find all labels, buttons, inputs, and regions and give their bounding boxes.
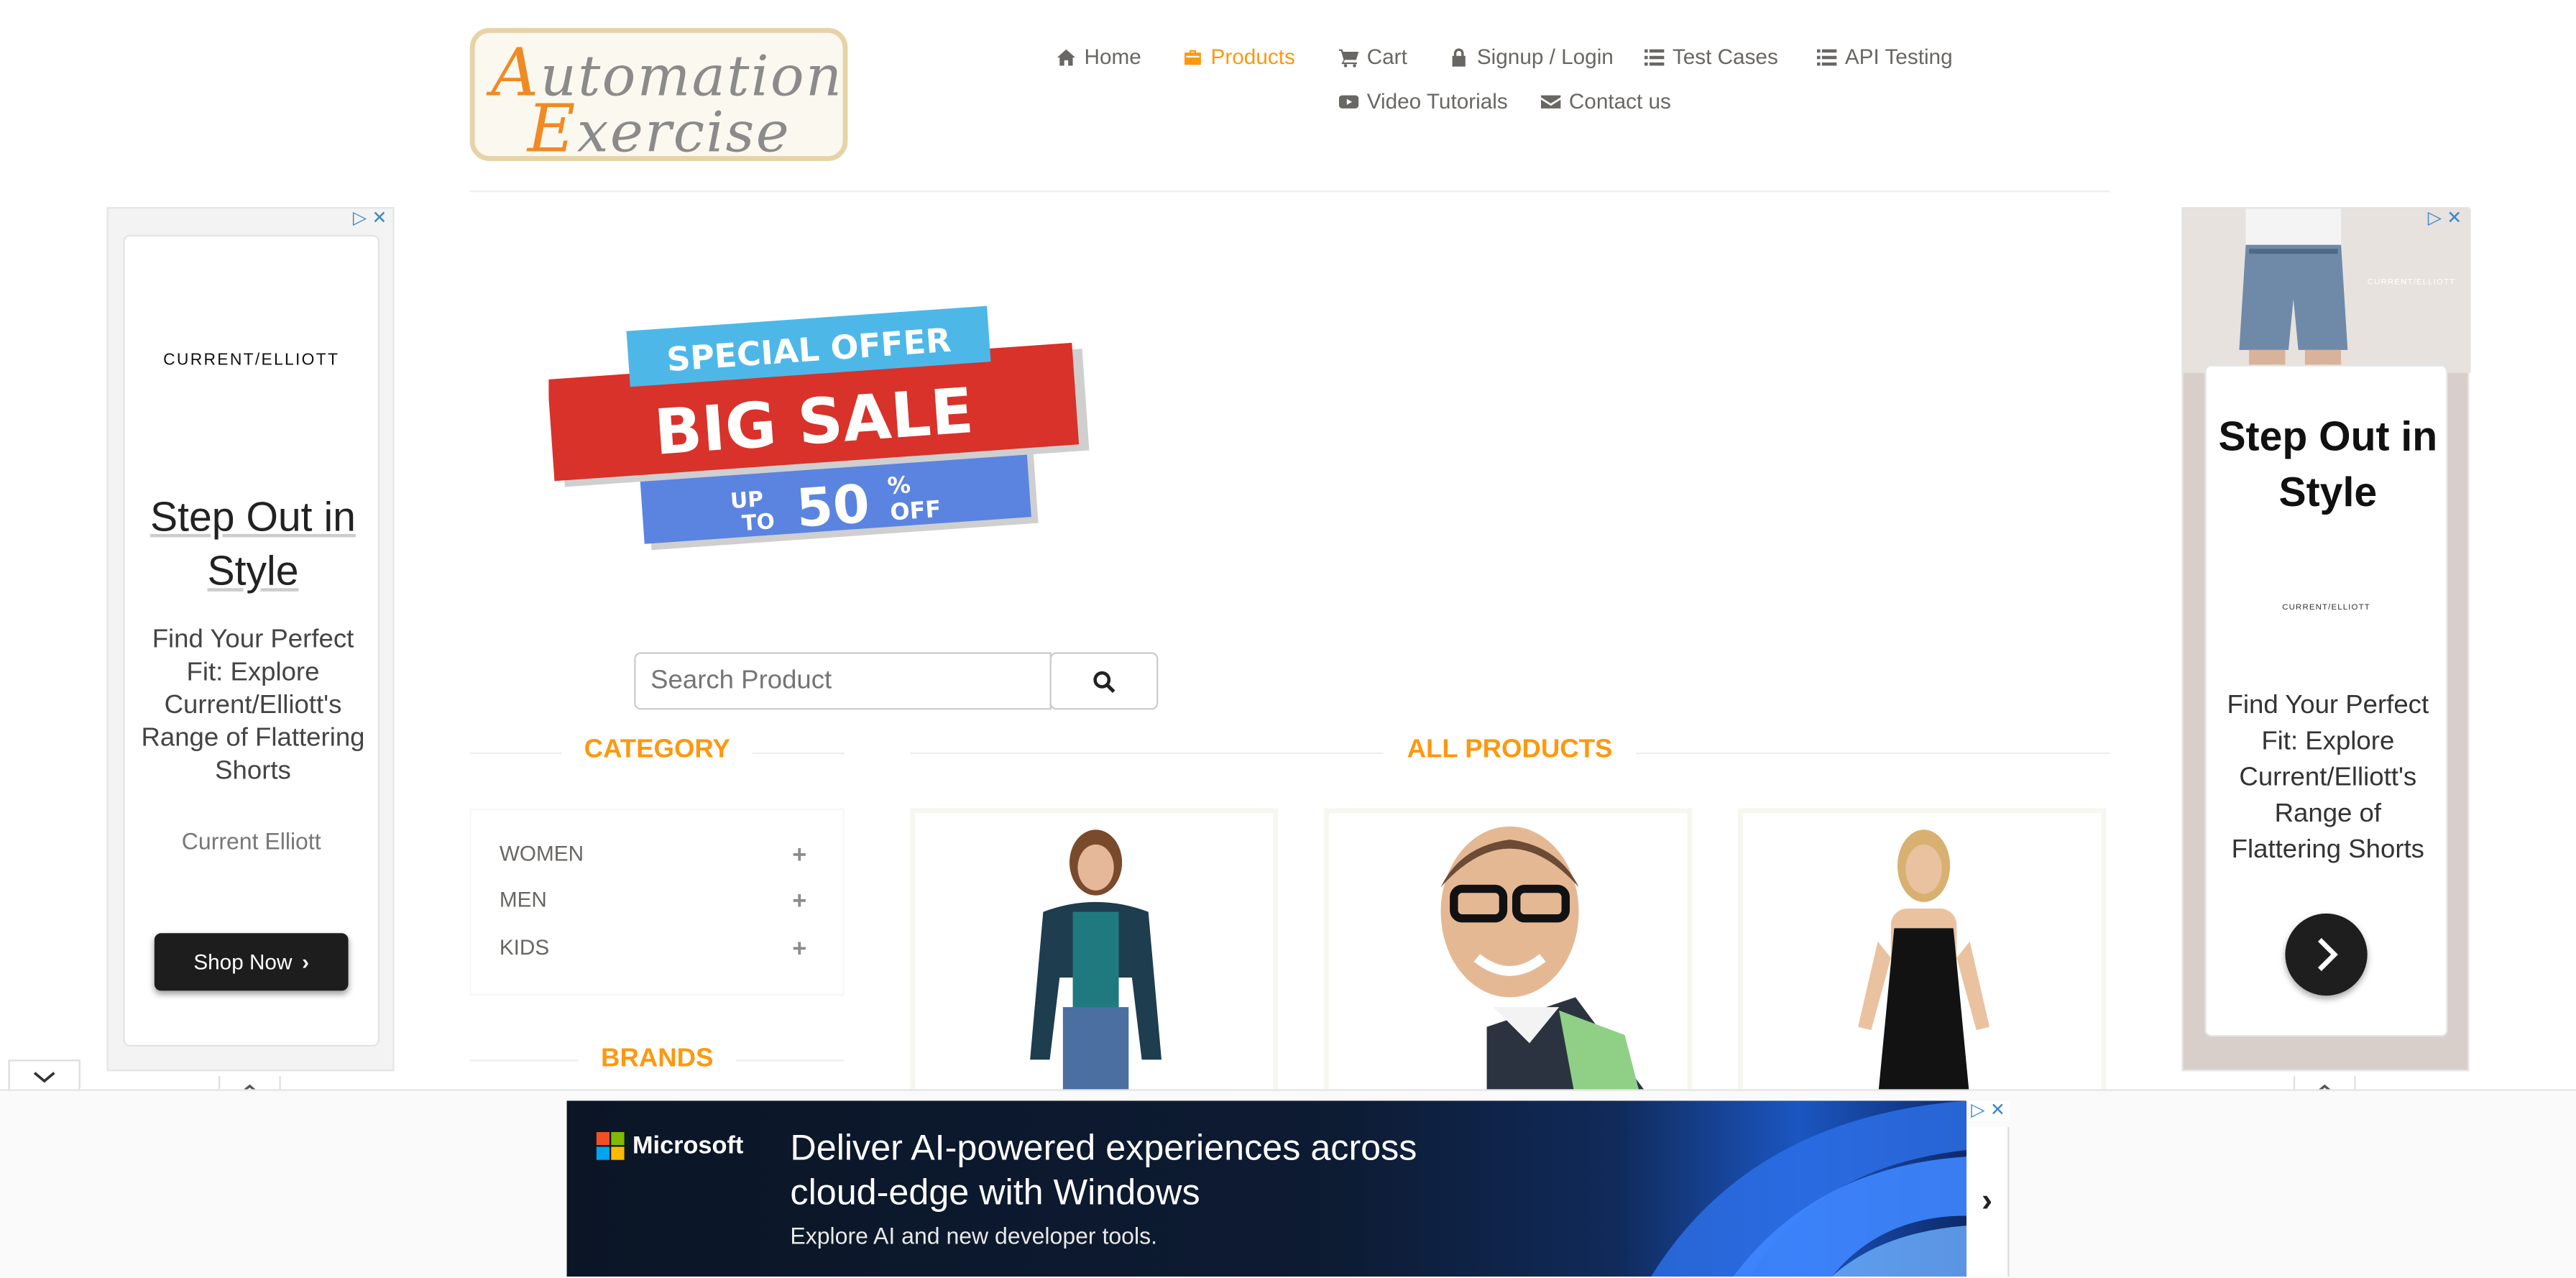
product-card[interactable] bbox=[1324, 808, 1693, 1104]
category-women[interactable]: WOMEN + bbox=[500, 841, 806, 869]
bottom-ad-controls: ▷ ✕ bbox=[1966, 1100, 2010, 1121]
left-side-ad[interactable]: ▷ ✕ CURRENT/ELLIOTT Step Out in Style Fin… bbox=[106, 206, 395, 1072]
youtube-icon bbox=[1338, 94, 1359, 108]
ad-brand: CURRENT/ELLIOTT bbox=[2282, 602, 2370, 613]
ad-body: Find Your Perfect Fit: Explore Current/E… bbox=[2227, 691, 2429, 865]
category-heading: Category bbox=[470, 735, 845, 766]
product-card[interactable] bbox=[910, 808, 1279, 1104]
product-image bbox=[1858, 829, 1990, 1100]
ad-next-button[interactable] bbox=[2285, 913, 2368, 996]
nav-home[interactable]: Home bbox=[1057, 45, 1141, 69]
ad-image-brand: CURRENT/ELLIOTT bbox=[2367, 277, 2456, 288]
windows-bloom-graphic bbox=[1651, 1100, 1966, 1277]
microsoft-logo-icon bbox=[596, 1131, 625, 1160]
ad-headline-line-2: cloud-edge with Windows bbox=[790, 1171, 1200, 1213]
plus-icon[interactable]: + bbox=[792, 935, 806, 963]
nav-contact-us[interactable]: Contact us bbox=[1540, 88, 1671, 114]
envelope-icon bbox=[1540, 94, 1561, 108]
all-products-title: All Products bbox=[1384, 735, 1636, 766]
chevron-down-icon bbox=[33, 1072, 55, 1083]
ad-headline: Deliver AI-powered experiences across cl… bbox=[790, 1126, 1417, 1214]
ad-controls: ▷ ✕ bbox=[2426, 209, 2462, 227]
nav-products[interactable]: Products bbox=[1183, 45, 1295, 69]
adchoices-icon[interactable]: ▷ bbox=[2426, 209, 2443, 227]
nav-cart[interactable]: Cart bbox=[1338, 45, 1407, 69]
search-icon bbox=[1093, 670, 1116, 692]
bottom-ad[interactable]: Microsoft Deliver AI-powered experiences… bbox=[566, 1100, 1966, 1277]
right-side-ad[interactable]: CURRENT/ELLIOTT ▷ ✕ Step Out in Style CUR… bbox=[2181, 206, 2471, 1072]
category-label[interactable]: KIDS bbox=[500, 935, 549, 963]
close-icon[interactable]: ✕ bbox=[1990, 1102, 2006, 1120]
banner-percent: % bbox=[886, 471, 911, 500]
ad-brand: Microsoft bbox=[632, 1131, 744, 1160]
ad-headline[interactable]: Step Out in Style bbox=[2213, 409, 2443, 520]
brands-title: Brands bbox=[578, 1044, 737, 1075]
shopping-bag-icon bbox=[1184, 49, 1201, 65]
header-divider bbox=[469, 190, 2110, 193]
brands-heading: Brands bbox=[470, 1044, 845, 1075]
logo-line-2: Exercise bbox=[527, 91, 791, 161]
plus-icon[interactable]: + bbox=[792, 841, 806, 869]
nav-test-cases[interactable]: Test Cases bbox=[1644, 45, 1778, 69]
banner-off: OFF bbox=[889, 495, 942, 526]
chevron-right-icon bbox=[2317, 937, 2338, 971]
lock-icon bbox=[1452, 47, 1466, 66]
product-image bbox=[1030, 829, 1162, 1100]
product-image bbox=[1440, 826, 1652, 1100]
search-input[interactable] bbox=[634, 652, 1052, 710]
ad-brand: CURRENT/ELLIOTT bbox=[163, 351, 340, 370]
shop-now-button[interactable]: Shop Now › bbox=[154, 933, 349, 991]
close-icon[interactable]: ✕ bbox=[2446, 209, 2462, 227]
ad-card[interactable]: CURRENT/ELLIOTT Step Out in Style Find Y… bbox=[123, 234, 380, 1047]
category-panel: WOMEN + MEN + KIDS + bbox=[469, 808, 845, 996]
chevron-right-icon: › bbox=[1981, 1182, 1993, 1219]
big-sale-banner: SPECIAL OFFER BIG SALE UP TO 50 % OFF bbox=[548, 305, 1090, 551]
ad-subline: Explore AI and new developer tools. bbox=[790, 1222, 1157, 1249]
category-men[interactable]: MEN + bbox=[500, 887, 806, 915]
ad-advertiser: Current Elliott bbox=[181, 827, 321, 855]
ad-body: Find Your Perfect Fit: Explore Current/E… bbox=[141, 625, 365, 786]
search-button[interactable] bbox=[1049, 652, 1159, 710]
banner-50: 50 bbox=[794, 474, 871, 540]
nav-video-tutorials[interactable]: Video Tutorials bbox=[1338, 88, 1508, 114]
ad-card[interactable]: Step Out in Style CURRENT/ELLIOTT Find Y… bbox=[2204, 364, 2448, 1037]
ad-model-image bbox=[2183, 208, 2471, 373]
shop-now-label: Shop Now bbox=[193, 950, 293, 975]
category-label[interactable]: WOMEN bbox=[500, 841, 584, 869]
list-icon bbox=[1644, 48, 1665, 65]
adchoices-icon[interactable]: ▷ bbox=[1970, 1102, 1987, 1120]
category-label[interactable]: MEN bbox=[500, 887, 547, 915]
home-icon bbox=[1057, 48, 1075, 65]
chevron-right-icon: › bbox=[302, 950, 310, 975]
list-icon bbox=[1816, 48, 1837, 65]
cart-icon bbox=[1338, 48, 1359, 67]
nav-api-testing[interactable]: API Testing bbox=[1816, 45, 1953, 69]
bottom-ad-next[interactable]: › bbox=[1966, 1126, 2010, 1277]
ad-headline-line-1: Deliver AI-powered experiences across bbox=[790, 1126, 1417, 1169]
close-icon[interactable]: ✕ bbox=[372, 209, 388, 227]
category-kids[interactable]: KIDS + bbox=[500, 935, 806, 963]
site-logo[interactable]: Automation Exercise bbox=[469, 27, 848, 161]
plus-icon[interactable]: + bbox=[792, 887, 806, 915]
ad-controls: ▷ ✕ bbox=[351, 209, 388, 227]
category-title: Category bbox=[561, 735, 753, 766]
products-heading: All Products bbox=[910, 735, 2110, 766]
adchoices-icon[interactable]: ▷ bbox=[351, 209, 368, 227]
banner-to: TO bbox=[741, 509, 776, 536]
nav-signup-login[interactable]: Signup / Login bbox=[1449, 45, 1614, 69]
ad-headline[interactable]: Step Out in Style bbox=[132, 491, 374, 599]
product-card[interactable] bbox=[1738, 808, 2107, 1104]
